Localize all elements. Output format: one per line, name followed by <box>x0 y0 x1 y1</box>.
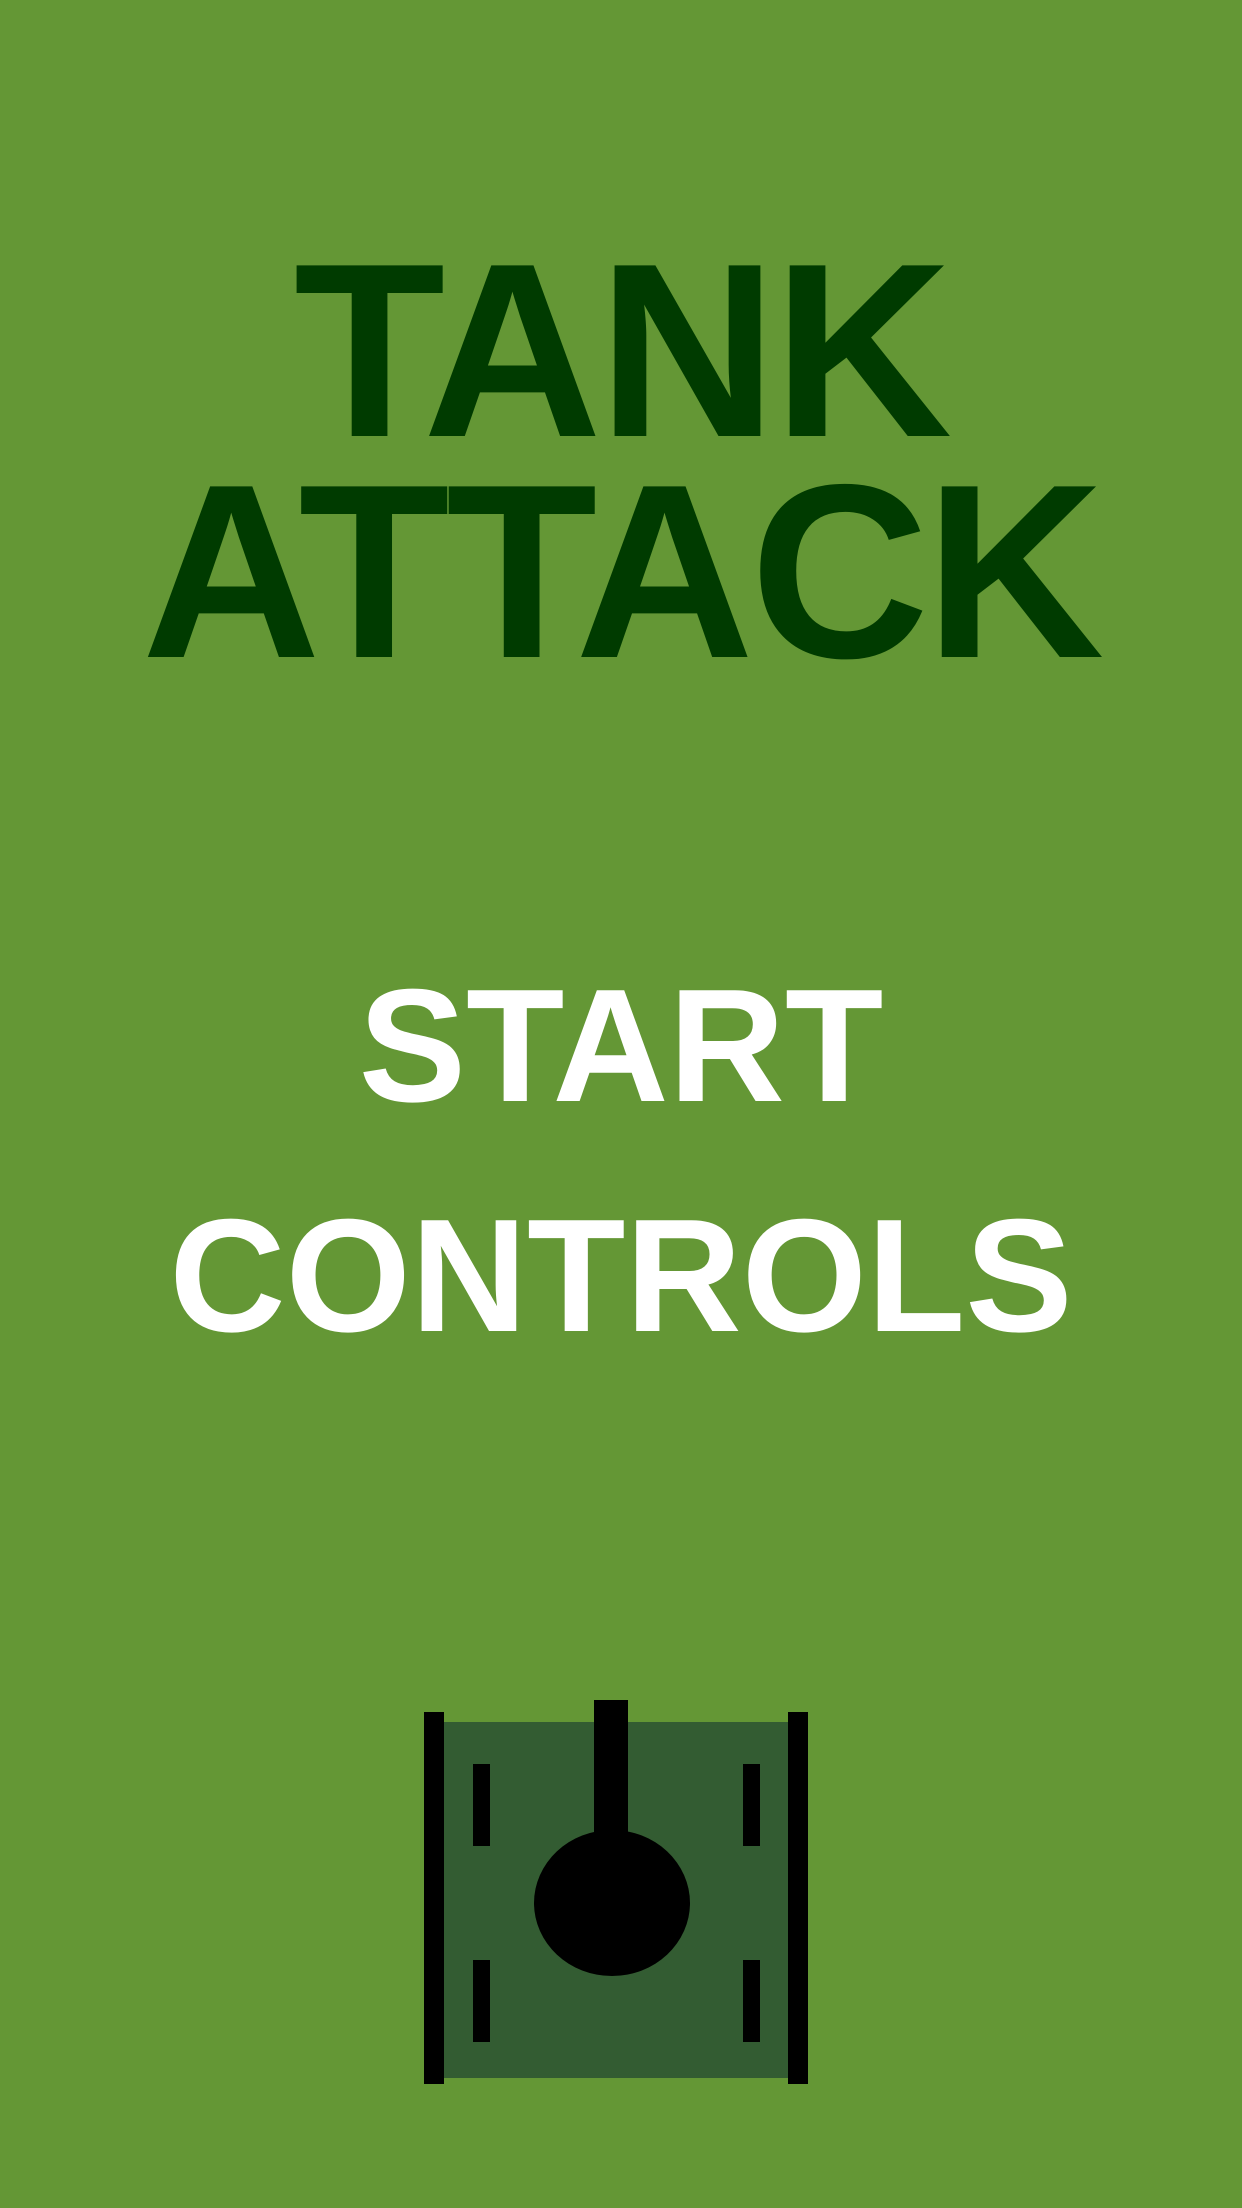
tank-slot <box>473 1960 490 2042</box>
controls-button[interactable]: CONTROLS <box>0 1196 1242 1357</box>
start-button[interactable]: START <box>0 966 1242 1127</box>
tank-barrel <box>594 1700 628 1840</box>
tank-slot <box>743 1764 760 1846</box>
tank-turret <box>534 1830 690 1976</box>
tank-slot <box>473 1764 490 1846</box>
game-title-line-2: ATTACK <box>141 432 1105 710</box>
tank-left-track <box>424 1712 444 2084</box>
tank-slot <box>743 1960 760 2042</box>
tank-icon <box>420 1698 820 2088</box>
tank-right-track <box>788 1712 808 2084</box>
